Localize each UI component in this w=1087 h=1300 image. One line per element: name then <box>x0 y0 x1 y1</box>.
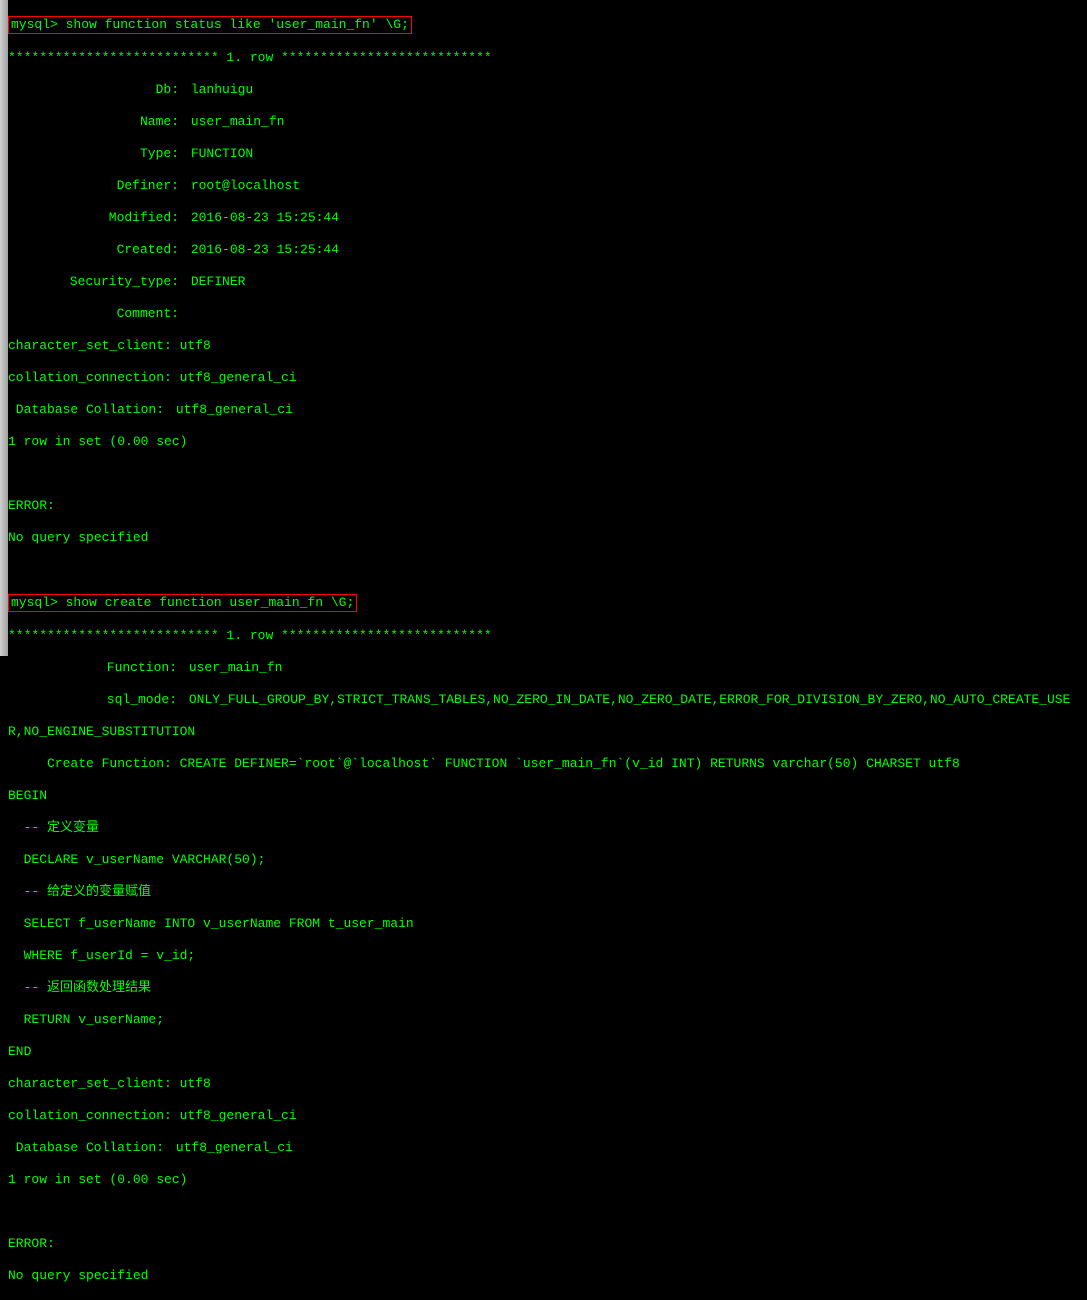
begin-keyword: BEGIN <box>8 788 1087 804</box>
create-function-line: Create Function: CREATE DEFINER=`root`@`… <box>8 756 1087 772</box>
sql-comment-2: -- 给定义的变量赋值 <box>8 884 1087 900</box>
dbcoll-label-2: Database Collation: <box>8 1140 168 1156</box>
status-modified-row: Modified: 2016-08-23 15:25:44 <box>8 210 1087 226</box>
return-stmt: RETURN v_userName; <box>8 1012 1087 1028</box>
db-value: lanhuigu <box>191 82 253 97</box>
modified-value: 2016-08-23 15:25:44 <box>191 210 339 225</box>
security-value: DEFINER <box>191 274 246 289</box>
no-query-msg-2: No query specified <box>8 1268 1087 1284</box>
function-value: user_main_fn <box>189 660 283 675</box>
error-label: ERROR: <box>8 498 1087 514</box>
status-security-row: Security_type: DEFINER <box>8 274 1087 290</box>
security-label: Security_type: <box>8 274 183 290</box>
dbcoll-value: utf8_general_ci <box>176 402 293 417</box>
charset-line: character_set_client: utf8 <box>8 338 1087 354</box>
db-label: Db: <box>8 82 183 98</box>
created-label: Created: <box>8 242 183 258</box>
sql-comment-3: -- 返回函数处理结果 <box>8 980 1087 996</box>
status-type-row: Type: FUNCTION <box>8 146 1087 162</box>
row-separator: *************************** 1. row *****… <box>8 50 1087 66</box>
collation-line-2: collation_connection: utf8_general_ci <box>8 1108 1087 1124</box>
no-query-msg: No query specified <box>8 530 1087 546</box>
create-function-row: Function: user_main_fn <box>8 660 1087 676</box>
sqlmode-continuation: R,NO_ENGINE_SUBSTITUTION <box>8 724 1087 740</box>
where-stmt: WHERE f_userId = v_id; <box>8 948 1087 964</box>
name-label: Name: <box>8 114 183 130</box>
type-value: FUNCTION <box>191 146 253 161</box>
sql-command-1: mysql> show function status like 'user_m… <box>11 17 409 32</box>
highlighted-command-2: mysql> show create function user_main_fn… <box>8 594 357 612</box>
status-comment-row: Comment: <box>8 306 1087 322</box>
created-value: 2016-08-23 15:25:44 <box>191 242 339 257</box>
blank-line <box>8 562 1087 578</box>
name-value: user_main_fn <box>191 114 285 129</box>
window-edge <box>0 0 8 656</box>
create-sqlmode-row: sql_mode: ONLY_FULL_GROUP_BY,STRICT_TRAN… <box>8 692 1087 708</box>
status-dbcoll-row: Database Collation: utf8_general_ci <box>8 402 1087 418</box>
modified-label: Modified: <box>8 210 183 226</box>
charset-line-2: character_set_client: utf8 <box>8 1076 1087 1092</box>
blank-line <box>8 466 1087 482</box>
collation-line: collation_connection: utf8_general_ci <box>8 370 1087 386</box>
row-separator: *************************** 1. row *****… <box>8 628 1087 644</box>
error-label-2: ERROR: <box>8 1236 1087 1252</box>
status-created-row: Created: 2016-08-23 15:25:44 <box>8 242 1087 258</box>
sql-comment-1: -- 定义变量 <box>8 820 1087 836</box>
definer-label: Definer: <box>8 178 183 194</box>
dbcoll-value-2: utf8_general_ci <box>176 1140 293 1155</box>
status-db-row: Db: lanhuigu <box>8 82 1087 98</box>
select-stmt: SELECT f_userName INTO v_userName FROM t… <box>8 916 1087 932</box>
rows-in-set-2: 1 row in set (0.00 sec) <box>8 1172 1087 1188</box>
sqlmode-value: ONLY_FULL_GROUP_BY,STRICT_TRANS_TABLES,N… <box>189 692 1071 707</box>
end-keyword: END <box>8 1044 1087 1060</box>
rows-in-set: 1 row in set (0.00 sec) <box>8 434 1087 450</box>
blank-line <box>8 1204 1087 1220</box>
create-dbcoll-row: Database Collation: utf8_general_ci <box>8 1140 1087 1156</box>
sqlmode-label: sql_mode: <box>8 692 181 708</box>
declare-stmt: DECLARE v_userName VARCHAR(50); <box>8 852 1087 868</box>
status-definer-row: Definer: root@localhost <box>8 178 1087 194</box>
status-name-row: Name: user_main_fn <box>8 114 1087 130</box>
highlighted-command-1: mysql> show function status like 'user_m… <box>8 16 412 34</box>
comment-label: Comment: <box>8 306 183 322</box>
dbcoll-label: Database Collation: <box>8 402 168 418</box>
definer-value: root@localhost <box>191 178 300 193</box>
terminal-output[interactable]: mysql> show function status like 'user_m… <box>8 0 1087 1300</box>
type-label: Type: <box>8 146 183 162</box>
sql-command-2: mysql> show create function user_main_fn… <box>11 595 354 610</box>
function-label: Function: <box>8 660 181 676</box>
